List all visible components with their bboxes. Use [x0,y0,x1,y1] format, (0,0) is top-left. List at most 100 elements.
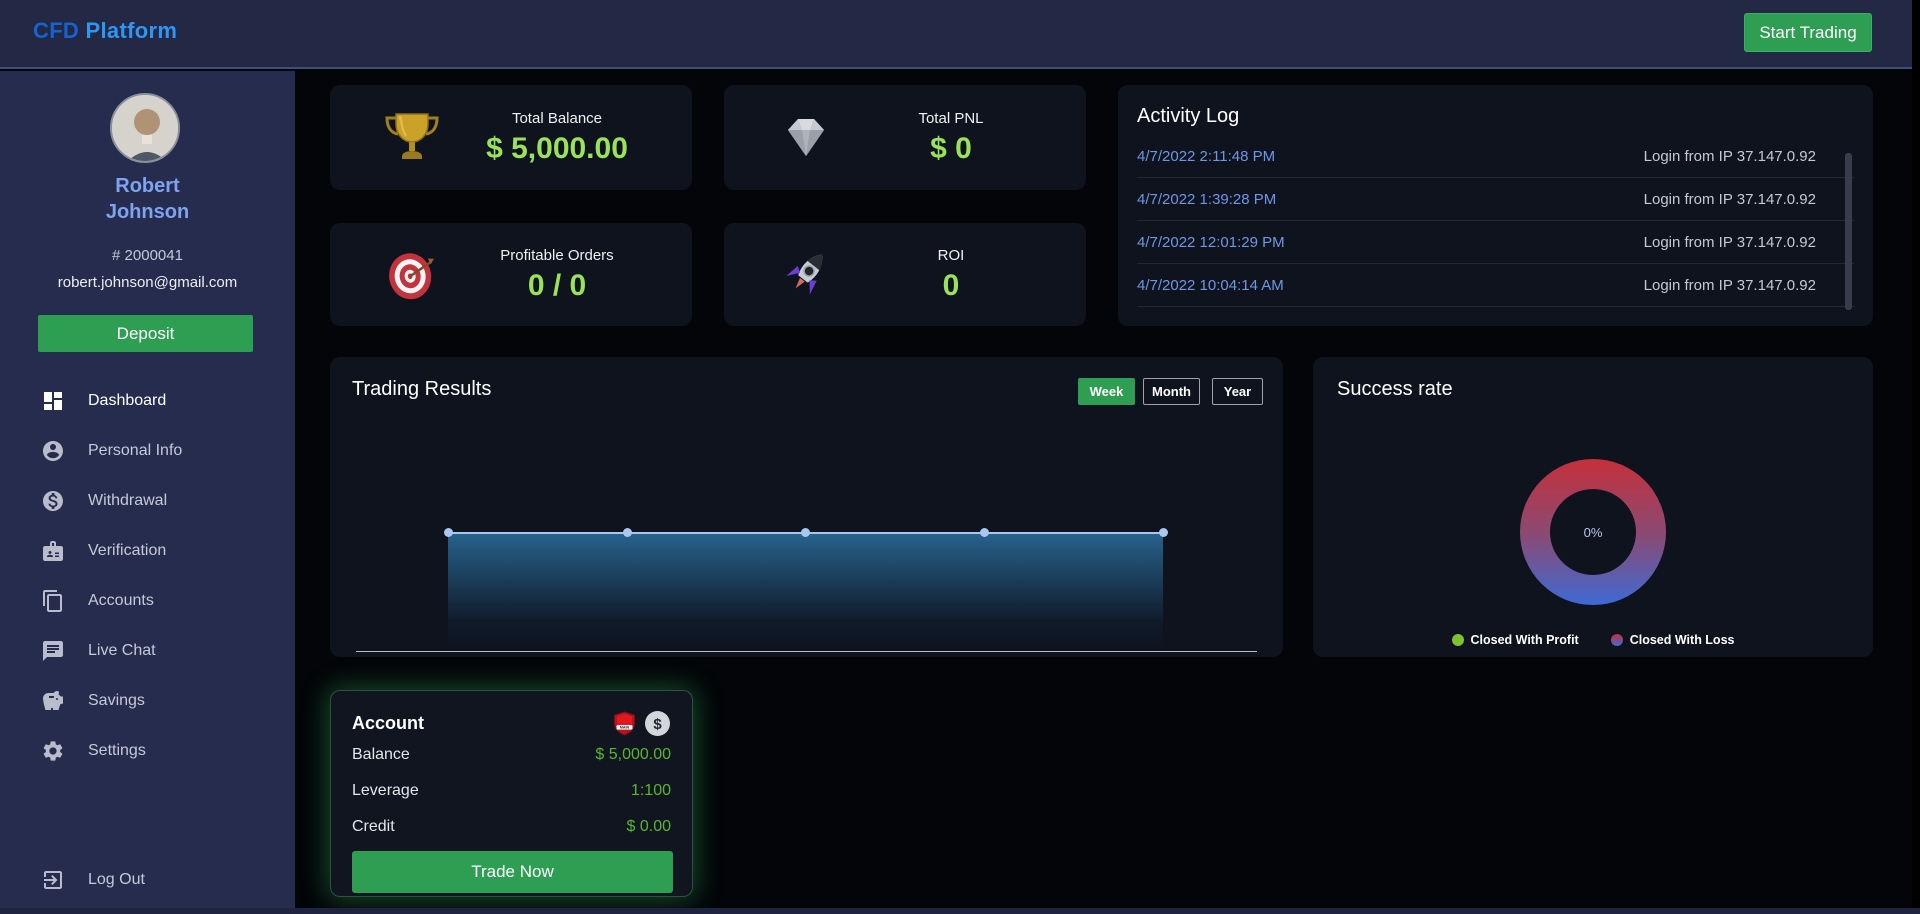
account-row-credit: Credit $ 0.00 [352,809,671,845]
main-account-shield-icon: MAIN [611,710,638,737]
log-event: Login from IP 37.147.0.92 [1644,277,1816,294]
log-row: 4/7/2022 12:01:29 PM Login from IP 37.14… [1137,221,1854,264]
account-row-value: 1:100 [631,782,671,800]
loss-legend-dot-icon [1611,634,1623,646]
stat-value: 0 [838,269,1064,303]
id-badge-icon [41,539,65,563]
page-scrollbar-track[interactable] [1912,0,1920,914]
account-row-value: $ 5,000.00 [595,746,671,764]
currency-dollar-icon: $ [644,710,671,737]
legend-label: Closed With Profit [1471,633,1579,647]
stat-value: $ 0 [838,132,1064,166]
account-title: Account [352,713,424,734]
start-trading-button[interactable]: Start Trading [1744,13,1872,52]
log-row: 4/7/2022 1:39:28 PM Login from IP 37.147… [1137,178,1854,221]
donut-center-label: 0% [1550,489,1636,575]
account-card: Account MAIN $ Balance $ 5,000.00 Levera… [330,690,693,897]
sidebar-item-dashboard[interactable]: Dashboard [0,376,295,426]
piggy-bank-icon [41,689,65,713]
horizontal-scrollbar-track[interactable] [0,908,1920,914]
main-badge-text: MAIN [620,725,630,729]
activity-log-scrollbar[interactable] [1845,153,1852,310]
target-icon [380,243,444,307]
dashboard-icon [41,389,65,413]
logout-icon [41,868,65,892]
log-event: Login from IP 37.147.0.92 [1644,148,1816,165]
rocket-icon [774,243,838,307]
account-row-label: Credit [352,818,395,836]
stat-label: Total Balance [444,110,670,127]
account-icons: MAIN $ [611,710,671,737]
sidebar-item-settings[interactable]: Settings [0,726,295,776]
sidebar-item-logout[interactable]: Log Out [0,855,295,905]
stat-value: 0 / 0 [444,269,670,303]
dollar-circle-icon [41,489,65,513]
brand-logo: CFD Platform [33,18,177,44]
trophy-icon [380,106,444,170]
account-row-label: Balance [352,746,410,764]
chart-point [623,528,632,537]
trading-results-panel: Trading Results Week Month Year [330,357,1283,657]
account-row-label: Leverage [352,782,419,800]
log-time: 4/7/2022 1:39:28 PM [1137,191,1276,208]
log-time: 4/7/2022 10:04:14 AM [1137,277,1284,294]
log-time: 4/7/2022 2:11:48 PM [1137,148,1275,165]
account-row-leverage: Leverage 1:100 [352,773,671,809]
success-rate-donut-chart: 0% [1520,459,1666,605]
chart-area-fill [448,534,1163,651]
stat-card-total-pnl: Total PNL $ 0 [724,85,1086,190]
deposit-button[interactable]: Deposit [38,315,253,352]
stat-label: Total PNL [838,110,1064,127]
activity-log-title: Activity Log [1137,105,1854,128]
stat-card-roi: ROI 0 [724,223,1086,326]
log-time: 4/7/2022 12:01:29 PM [1137,234,1285,251]
stat-label: ROI [838,247,1064,264]
profit-legend-dot-icon [1452,634,1464,646]
legend-item-loss: Closed With Loss [1611,633,1735,647]
top-bar: CFD Platform Start Trading [0,0,1912,69]
avatar-photo-icon [112,95,180,163]
gear-icon [41,739,65,763]
user-email: robert.johnson@gmail.com [0,274,295,291]
chart-point [801,528,810,537]
sidebar-item-withdrawal[interactable]: Withdrawal [0,476,295,526]
trading-results-chart [330,357,1283,657]
sidebar: Robert Johnson # 2000041 robert.johnson@… [0,71,295,908]
legend-item-profit: Closed With Profit [1452,633,1579,647]
chart-point [1159,528,1168,537]
user-account-id: # 2000041 [0,247,295,264]
chart-point [444,528,453,537]
diamond-icon [774,106,838,170]
sidebar-item-accounts[interactable]: Accounts [0,576,295,626]
chat-icon [41,639,65,663]
stat-card-profitable-orders: Profitable Orders 0 / 0 [330,223,692,326]
sidebar-item-personal-info[interactable]: Personal Info [0,426,295,476]
dollar-glyph: $ [653,716,662,733]
success-rate-title: Success rate [1337,378,1453,401]
user-name-line2: Johnson [0,199,295,225]
log-row: 4/7/2022 2:11:48 PM Login from IP 37.147… [1137,135,1854,178]
stat-label: Profitable Orders [444,247,670,264]
success-rate-panel: Success rate 0% Closed With Profit Close… [1313,357,1873,657]
donut-legend: Closed With Profit Closed With Loss [1313,633,1873,647]
sidebar-item-savings[interactable]: Savings [0,676,295,726]
sidebar-logout: Log Out [0,855,295,905]
chart-point [980,528,989,537]
brand-primary: CFD [33,18,79,43]
stat-value: $ 5,000.00 [444,132,670,166]
user-name-line1: Robert [0,173,295,199]
sidebar-menu: Dashboard Personal Info Withdrawal Verif… [0,376,295,776]
trade-now-button[interactable]: Trade Now [352,851,673,893]
log-event: Login from IP 37.147.0.92 [1644,191,1816,208]
log-event: Login from IP 37.147.0.92 [1644,234,1816,251]
stat-card-total-balance: Total Balance $ 5,000.00 [330,85,692,190]
sidebar-item-verification[interactable]: Verification [0,526,295,576]
copy-icon [41,589,65,613]
account-row-balance: Balance $ 5,000.00 [352,737,671,773]
account-row-value: $ 0.00 [627,818,671,836]
user-name: Robert Johnson [0,173,295,225]
activity-log-panel: Activity Log 4/7/2022 2:11:48 PM Login f… [1118,85,1873,326]
legend-label: Closed With Loss [1630,633,1735,647]
sidebar-item-live-chat[interactable]: Live Chat [0,626,295,676]
person-icon [41,439,65,463]
